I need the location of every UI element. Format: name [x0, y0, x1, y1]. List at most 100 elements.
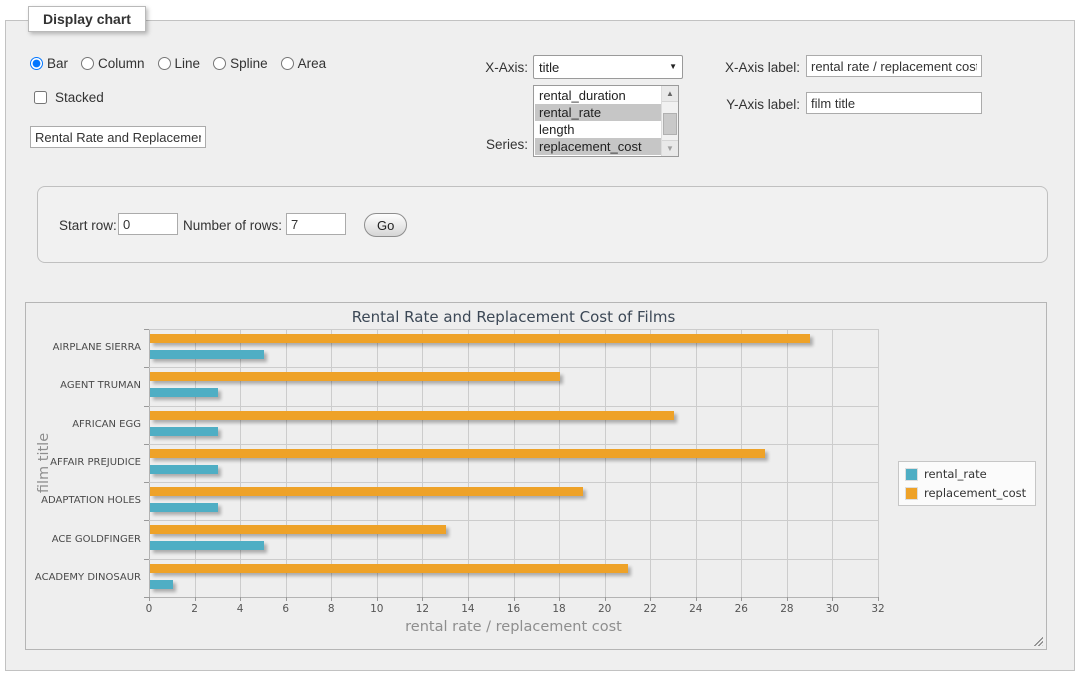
num-rows-label: Number of rows:: [183, 218, 282, 233]
x-axis-tick: [195, 597, 196, 601]
bar-replacement_cost: [150, 449, 765, 458]
x-axis-tick: [741, 597, 742, 601]
chart-type-option-line[interactable]: Line: [158, 56, 201, 71]
series-option-length[interactable]: length: [535, 121, 661, 138]
x-axis-tick: [286, 597, 287, 601]
series-select-label: Series:: [430, 137, 528, 152]
gridline-horizontal: [149, 367, 878, 368]
category-label: AFRICAN EGG: [29, 419, 141, 430]
y-axis-tick: [144, 520, 149, 521]
chart-type-text: Column: [98, 56, 145, 71]
chart-type-option-bar[interactable]: Bar: [30, 56, 68, 71]
x-tick-label: 22: [635, 603, 665, 615]
x-axis-tick: [650, 597, 651, 601]
y-axis-tick: [144, 482, 149, 483]
x-tick-label: 16: [499, 603, 529, 615]
chart-title-input[interactable]: [30, 126, 206, 148]
gridline-vertical: [787, 329, 788, 597]
y-axis-tick: [144, 597, 149, 598]
x-axis-select[interactable]: title: [533, 55, 683, 79]
series-option-rental_duration[interactable]: rental_duration: [535, 87, 661, 104]
x-tick-label: 32: [863, 603, 893, 615]
x-axis-tick: [696, 597, 697, 601]
x-tick-label: 12: [407, 603, 437, 615]
bar-rental_rate: [150, 503, 218, 512]
x-axis-select-wrap: title: [533, 55, 683, 79]
x-tick-label: 30: [817, 603, 847, 615]
gridline-vertical: [741, 329, 742, 597]
series-listbox[interactable]: rental_durationrental_ratelengthreplacem…: [533, 85, 679, 157]
x-tick-label: 0: [134, 603, 164, 615]
chart-type-radio-line[interactable]: [158, 57, 171, 70]
gridline-horizontal: [149, 559, 878, 560]
resize-handle-icon[interactable]: [1032, 635, 1043, 646]
gridline-vertical: [377, 329, 378, 597]
x-axis-tick: [559, 597, 560, 601]
bar-rental_rate: [150, 580, 173, 589]
x-axis-select-label: X-Axis:: [430, 60, 528, 75]
scroll-down-icon[interactable]: ▼: [662, 140, 678, 156]
x-tick-label: 10: [362, 603, 392, 615]
chart-type-text: Line: [175, 56, 201, 71]
x-axis-tick: [832, 597, 833, 601]
x-tick-label: 8: [316, 603, 346, 615]
gridline-horizontal: [149, 520, 878, 521]
legend-label: replacement_cost: [924, 486, 1026, 500]
y-axis-label-input[interactable]: [806, 92, 982, 114]
x-axis-tick: [149, 597, 150, 601]
bar-rental_rate: [150, 465, 218, 474]
gridline-vertical: [149, 329, 150, 597]
x-tick-label: 20: [590, 603, 620, 615]
series-options: rental_durationrental_ratelengthreplacem…: [535, 87, 661, 155]
fieldset-legend: Display chart: [28, 6, 146, 32]
legend-item-replacement_cost: replacement_cost: [905, 486, 1026, 500]
chart-type-option-column[interactable]: Column: [81, 56, 145, 71]
x-tick-label: 2: [180, 603, 210, 615]
scroll-up-icon[interactable]: ▲: [662, 86, 678, 102]
bar-replacement_cost: [150, 372, 560, 381]
chart-type-radio-spline[interactable]: [213, 57, 226, 70]
x-tick-label: 6: [271, 603, 301, 615]
series-option-replacement_cost[interactable]: replacement_cost: [535, 138, 661, 155]
x-axis-tick: [514, 597, 515, 601]
chart-type-text: Area: [298, 56, 327, 71]
gridline-vertical: [331, 329, 332, 597]
legend-item-rental_rate: rental_rate: [905, 467, 1026, 481]
stacked-checkbox[interactable]: [34, 91, 47, 104]
series-scrollbar[interactable]: ▲ ▼: [661, 86, 678, 156]
gridline-vertical: [650, 329, 651, 597]
chart-type-option-spline[interactable]: Spline: [213, 56, 268, 71]
x-axis-label-input[interactable]: [806, 55, 982, 77]
series-option-rental_rate[interactable]: rental_rate: [535, 104, 661, 121]
bar-replacement_cost: [150, 487, 583, 496]
chart-type-option-area[interactable]: Area: [281, 56, 327, 71]
x-axis-title: rental rate / replacement cost: [149, 619, 878, 635]
bar-rental_rate: [150, 388, 218, 397]
y-axis-tick: [144, 367, 149, 368]
scrollbar-thumb[interactable]: [663, 113, 677, 135]
stacked-label[interactable]: Stacked: [55, 90, 104, 105]
chart-title: Rental Rate and Replacement Cost of Film…: [149, 308, 878, 326]
x-tick-label: 26: [726, 603, 756, 615]
gridline-vertical: [240, 329, 241, 597]
y-axis-tick: [144, 329, 149, 330]
start-row-input[interactable]: [118, 213, 178, 235]
chart-container: Rental Rate and Replacement Cost of Film…: [25, 302, 1047, 650]
gridline-vertical: [605, 329, 606, 597]
category-label: ADAPTATION HOLES: [29, 495, 141, 506]
x-axis-tick: [377, 597, 378, 601]
gridline-horizontal: [149, 329, 878, 330]
chart-type-radio-bar[interactable]: [30, 57, 43, 70]
x-tick-label: 4: [225, 603, 255, 615]
gridline-horizontal: [149, 482, 878, 483]
category-label: ACE GOLDFINGER: [29, 534, 141, 545]
go-button[interactable]: Go: [364, 213, 407, 237]
num-rows-input[interactable]: [286, 213, 346, 235]
chart-type-radio-column[interactable]: [81, 57, 94, 70]
gridline-vertical: [696, 329, 697, 597]
chart-type-radio-area[interactable]: [281, 57, 294, 70]
x-axis-tick: [605, 597, 606, 601]
gridline-vertical: [286, 329, 287, 597]
x-tick-label: 14: [453, 603, 483, 615]
y-axis-tick: [144, 406, 149, 407]
